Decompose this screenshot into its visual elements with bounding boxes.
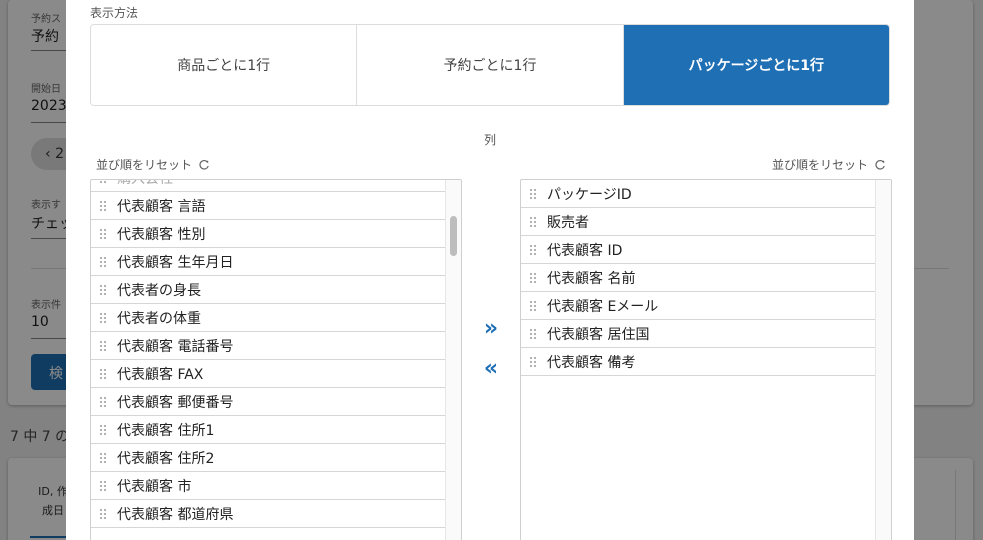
reset-order-right-button[interactable]: 並び順をリセット <box>772 156 886 173</box>
column-list-item[interactable]: 代表者の身長 <box>91 276 447 304</box>
drag-handle-icon[interactable] <box>529 272 537 284</box>
drag-handle-icon[interactable] <box>529 328 537 340</box>
column-label: 販売者 <box>547 214 589 231</box>
drag-handle-icon[interactable] <box>99 200 107 212</box>
double-chevron-left-icon: « <box>483 355 499 381</box>
drag-handle-icon[interactable] <box>99 228 107 240</box>
drag-handle-icon[interactable] <box>99 508 107 520</box>
column-list-item[interactable]: 代表顧客 ID <box>521 236 877 264</box>
display-method-label: 表示方法 <box>90 6 139 20</box>
available-columns-list[interactable]: 購入会社代表顧客 言語代表顧客 性別代表顧客 生年月日代表者の身長代表者の体重代… <box>90 179 462 540</box>
column-label: 代表者の身長 <box>117 282 201 299</box>
toggle-per-product[interactable]: 商品ごとに1行 <box>91 25 358 105</box>
column-list-item[interactable]: 販売者 <box>521 208 877 236</box>
column-label: 代表顧客 ID <box>547 242 623 259</box>
column-list-item[interactable]: 代表顧客 Eメール <box>521 292 877 320</box>
column-label: 代表顧客 備考 <box>547 354 636 371</box>
column-list-item[interactable]: 代表顧客 名前 <box>521 264 877 292</box>
column-label: 代表顧客 住所1 <box>117 422 215 439</box>
scrollbar-track[interactable] <box>445 180 461 540</box>
columns-title: 列 <box>483 133 496 147</box>
column-label: 代表顧客 電話番号 <box>117 338 234 355</box>
column-list-item[interactable]: 代表者の体重 <box>91 304 447 332</box>
column-list-item[interactable]: 代表顧客 郵便番号 <box>91 388 447 416</box>
column-label: 代表顧客 住所2 <box>117 450 215 467</box>
column-label: 購入会社 <box>117 180 173 188</box>
drag-handle-icon[interactable] <box>529 356 537 368</box>
display-method-toggle: 商品ごとに1行 予約ごとに1行 パッケージごとに1行 <box>90 24 890 106</box>
column-label: 代表顧客 都道府県 <box>117 506 234 523</box>
toggle-per-package[interactable]: パッケージごとに1行 <box>623 25 889 105</box>
column-list-item[interactable]: 代表顧客 備考 <box>521 348 877 376</box>
column-settings-dialog: 表示方法 商品ごとに1行 予約ごとに1行 パッケージごとに1行 列 並び順をリセ… <box>66 0 914 540</box>
move-to-available-button[interactable]: « <box>476 353 506 383</box>
reset-order-label: 並び順をリセット <box>771 158 868 172</box>
column-label: 代表顧客 居住国 <box>547 326 650 343</box>
scrollbar-track[interactable] <box>875 180 891 540</box>
move-to-selected-button[interactable]: » <box>476 313 506 343</box>
drag-handle-icon[interactable] <box>99 480 107 492</box>
drag-handle-icon[interactable] <box>99 452 107 464</box>
drag-handle-icon[interactable] <box>99 340 107 352</box>
column-list-item[interactable]: 代表顧客 性別 <box>91 220 447 248</box>
column-list-item[interactable]: 代表顧客 市 <box>91 472 447 500</box>
column-list-item[interactable]: 代表顧客 住所2 <box>91 444 447 472</box>
column-label: 代表顧客 郵便番号 <box>117 394 234 411</box>
column-label: 代表顧客 生年月日 <box>117 254 234 271</box>
drag-handle-icon[interactable] <box>99 396 107 408</box>
column-list-item[interactable]: 代表顧客 都道府県 <box>91 500 447 528</box>
available-columns-items: 購入会社代表顧客 言語代表顧客 性別代表顧客 生年月日代表者の身長代表者の体重代… <box>91 179 447 528</box>
column-label: 代表顧客 Eメール <box>547 298 659 315</box>
column-list-item[interactable]: 代表顧客 居住国 <box>521 320 877 348</box>
column-list-item[interactable]: 購入会社 <box>91 179 447 192</box>
drag-handle-icon[interactable] <box>99 312 107 324</box>
drag-handle-icon[interactable] <box>99 424 107 436</box>
column-label: 代表者の体重 <box>117 310 201 327</box>
scrollbar-thumb[interactable] <box>450 216 457 256</box>
selected-columns-list[interactable]: パッケージID 販売者代表顧客 ID 代表顧客 名前代表顧客 Eメール 代表顧客 居住… <box>520 179 892 540</box>
refresh-icon <box>875 159 885 170</box>
column-list-item[interactable]: パッケージID <box>521 180 877 208</box>
selected-columns-items: パッケージID 販売者代表顧客 ID 代表顧客 名前代表顧客 Eメール 代表顧客 居住… <box>521 180 877 376</box>
drag-handle-icon[interactable] <box>529 300 537 312</box>
toggle-per-booking[interactable]: 予約ごとに1行 <box>357 25 624 105</box>
column-list-item[interactable]: 代表顧客 生年月日 <box>91 248 447 276</box>
drag-handle-icon[interactable] <box>99 179 107 184</box>
drag-handle-icon[interactable] <box>529 188 537 200</box>
refresh-icon <box>199 159 209 170</box>
column-list-item[interactable]: 代表顧客 FAX <box>91 360 447 388</box>
column-list-item[interactable]: 代表顧客 電話番号 <box>91 332 447 360</box>
reset-order-label: 並び順をリセット <box>96 158 193 172</box>
column-label: 代表顧客 性別 <box>117 226 206 243</box>
drag-handle-icon[interactable] <box>99 256 107 268</box>
reset-order-left-button[interactable]: 並び順をリセット <box>96 156 210 173</box>
drag-handle-icon[interactable] <box>99 284 107 296</box>
column-label: 代表顧客 名前 <box>547 270 636 287</box>
column-list-item[interactable]: 代表顧客 言語 <box>91 192 447 220</box>
column-label: パッケージID <box>547 186 632 203</box>
column-label: 代表顧客 言語 <box>117 198 206 215</box>
column-list-item[interactable]: 代表顧客 住所1 <box>91 416 447 444</box>
drag-handle-icon[interactable] <box>529 244 537 256</box>
column-label: 代表顧客 FAX <box>117 366 204 383</box>
drag-handle-icon[interactable] <box>99 368 107 380</box>
drag-handle-icon[interactable] <box>529 216 537 228</box>
double-chevron-right-icon: » <box>483 315 499 341</box>
column-label: 代表顧客 市 <box>117 478 192 495</box>
